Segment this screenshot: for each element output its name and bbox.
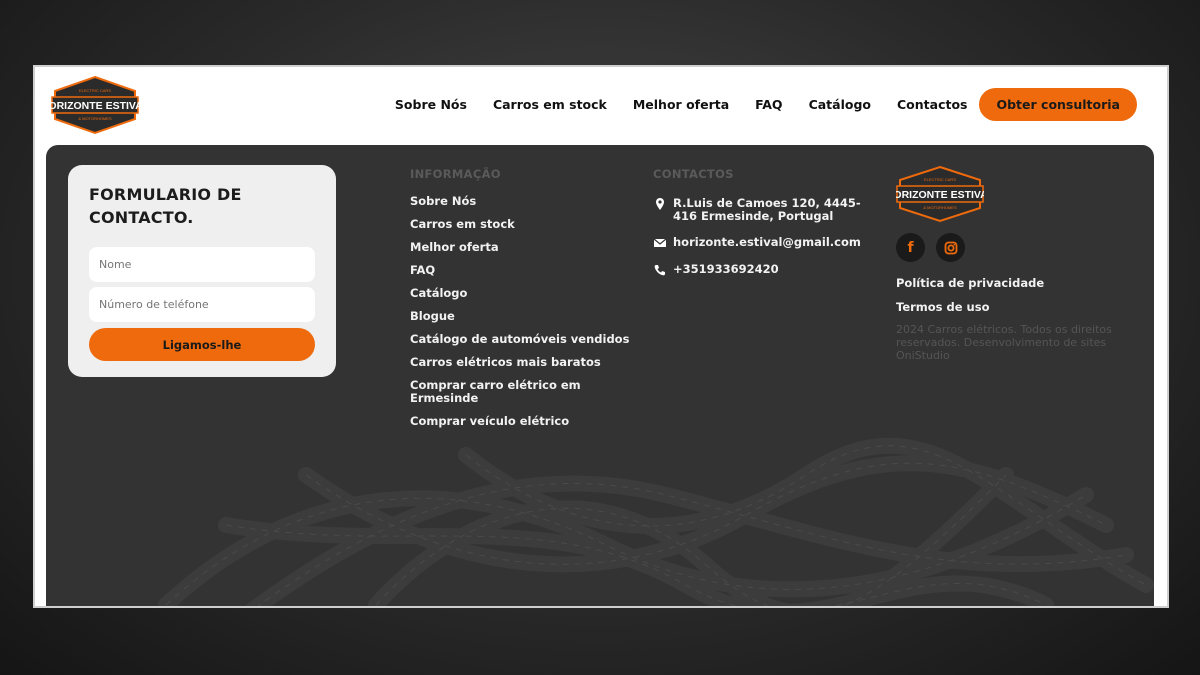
- copyright-text: 2024 Carros elétricos. Todos os direitos…: [896, 323, 1112, 362]
- contact-form-card: FORMULARIO DE CONTACTO. Ligamos-lhe: [68, 165, 336, 377]
- call-me-button[interactable]: Ligamos-lhe: [89, 328, 315, 361]
- nav-link-faq[interactable]: FAQ: [755, 97, 782, 112]
- location-pin-icon: [656, 198, 664, 210]
- footer-logo-text: HORIZONTE ESTIVAL: [896, 189, 984, 201]
- contact-form-title-line1: FORMULARIO DE: [89, 185, 242, 204]
- brand-column: HORIZONTE ESTIVAL ELECTRIC CARS & MOTORH…: [886, 165, 1136, 362]
- nav-link-contactos[interactable]: Contactos: [897, 97, 967, 112]
- site-header: HORIZONTE ESTIVAL ELECTRIC CARS & MOTORH…: [35, 67, 1167, 145]
- logo-tagline-bottom: & MOTORHOMES: [78, 116, 112, 121]
- nav-link-catalogo[interactable]: Catálogo: [809, 97, 871, 112]
- email-row[interactable]: horizonte.estival@gmail.com: [653, 236, 883, 250]
- logo-tagline-top: ELECTRIC CARS: [79, 88, 111, 93]
- info-link-comprar-veiculo[interactable]: Comprar veículo elétrico: [410, 415, 650, 428]
- info-links: Sobre Nós Carros em stock Melhor oferta …: [410, 195, 650, 428]
- contacts-title: CONTACTOS: [653, 167, 734, 181]
- footer-logo-tagline-top: ELECTRIC CARS: [924, 177, 956, 182]
- roads-background-image: [158, 437, 1154, 606]
- info-link-comprar-ermesinde[interactable]: Comprar carro elétrico em Ermesinde: [410, 379, 650, 405]
- terms-of-use-link[interactable]: Termos de uso: [896, 300, 1136, 314]
- envelope-icon: [653, 238, 667, 247]
- info-link-faq[interactable]: FAQ: [410, 264, 650, 277]
- phone-input[interactable]: [89, 287, 315, 322]
- logo-text: HORIZONTE ESTIVAL: [51, 100, 139, 112]
- consultation-button[interactable]: Obter consultoria: [979, 88, 1137, 121]
- browser-frame: HORIZONTE ESTIVAL ELECTRIC CARS & MOTORH…: [33, 65, 1169, 608]
- contact-form-title-line2: CONTACTO.: [89, 208, 194, 227]
- info-link-carros-baratos[interactable]: Carros elétricos mais baratos: [410, 356, 650, 369]
- info-link-sobre-nos[interactable]: Sobre Nós: [410, 195, 650, 208]
- info-link-carros-em-stock[interactable]: Carros em stock: [410, 218, 650, 231]
- info-link-catalogo-vendidos[interactable]: Catálogo de automóveis vendidos: [410, 333, 650, 346]
- legal-links: Política de privacidade Termos de uso: [896, 276, 1136, 314]
- name-input[interactable]: [89, 247, 315, 282]
- contacts-column: CONTACTOS R.Luis de Camoes 120, 4445-416…: [653, 167, 883, 277]
- address-text: R.Luis de Camoes 120, 4445-416 Ermesinde…: [673, 196, 861, 223]
- info-link-blogue[interactable]: Blogue: [410, 310, 650, 323]
- email-text[interactable]: horizonte.estival@gmail.com: [673, 236, 861, 249]
- instagram-icon[interactable]: [936, 233, 965, 262]
- nav-link-carros-em-stock[interactable]: Carros em stock: [493, 97, 607, 112]
- phone-icon: [654, 265, 665, 276]
- main-nav: Sobre Nós Carros em stock Melhor oferta …: [369, 88, 1137, 121]
- footer-logo-tagline-bottom: & MOTORHOMES: [923, 205, 957, 210]
- privacy-policy-link[interactable]: Política de privacidade: [896, 276, 1136, 290]
- nav-link-melhor-oferta[interactable]: Melhor oferta: [633, 97, 729, 112]
- nav-link-sobre-nos[interactable]: Sobre Nós: [395, 97, 467, 112]
- contact-form-title: FORMULARIO DE CONTACTO.: [89, 183, 315, 229]
- phone-row[interactable]: +351933692420: [653, 263, 883, 277]
- info-title: INFORMAÇÃO: [410, 167, 501, 181]
- facebook-icon[interactable]: f: [896, 233, 925, 262]
- footer-logo[interactable]: HORIZONTE ESTIVAL ELECTRIC CARS & MOTORH…: [886, 165, 995, 223]
- footer-panel: FORMULARIO DE CONTACTO. Ligamos-lhe INFO…: [46, 145, 1154, 606]
- info-link-melhor-oferta[interactable]: Melhor oferta: [410, 241, 650, 254]
- info-column: INFORMAÇÃO Sobre Nós Carros em stock Mel…: [410, 167, 650, 438]
- horizonte-estival-logo[interactable]: HORIZONTE ESTIVAL ELECTRIC CARS & MOTORH…: [51, 75, 139, 135]
- phone-text[interactable]: +351933692420: [673, 263, 779, 276]
- address-row: R.Luis de Camoes 120, 4445-416 Ermesinde…: [653, 197, 883, 223]
- info-link-catalogo[interactable]: Catálogo: [410, 287, 650, 300]
- social-links: f: [896, 233, 1136, 262]
